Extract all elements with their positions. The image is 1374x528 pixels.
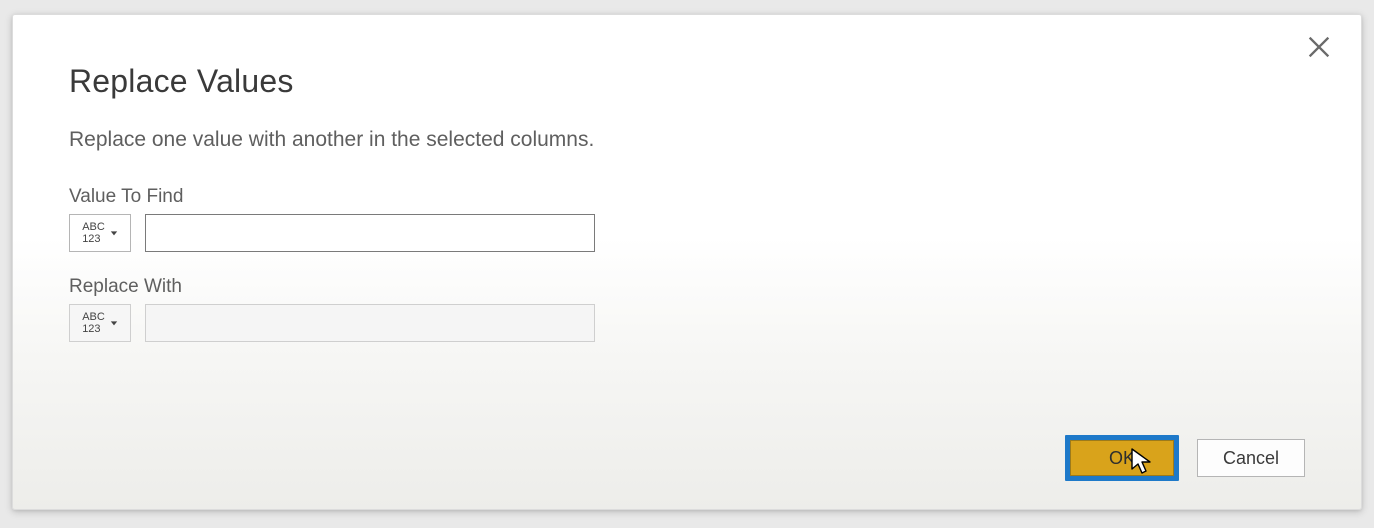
value-to-find-input[interactable] bbox=[145, 214, 595, 252]
replace-with-field: Replace With ABC 123 bbox=[69, 276, 1305, 342]
value-to-find-type-picker[interactable]: ABC 123 bbox=[69, 214, 131, 252]
ok-button-highlight: OK bbox=[1065, 435, 1179, 481]
dialog-title: Replace Values bbox=[69, 63, 1305, 100]
dialog-actions: OK Cancel bbox=[1065, 435, 1305, 481]
replace-with-input[interactable] bbox=[145, 304, 595, 342]
any-type-icon: ABC 123 bbox=[82, 311, 105, 335]
app-backdrop: Replace Values Replace one value with an… bbox=[0, 0, 1374, 528]
any-type-icon: ABC 123 bbox=[82, 221, 105, 245]
ok-button-label: OK bbox=[1109, 448, 1135, 469]
ok-button[interactable]: OK bbox=[1070, 440, 1174, 476]
chevron-down-icon bbox=[110, 229, 118, 237]
value-to-find-row: ABC 123 bbox=[69, 214, 595, 252]
chevron-down-icon bbox=[110, 319, 118, 327]
cancel-button[interactable]: Cancel bbox=[1197, 439, 1305, 477]
close-button[interactable] bbox=[1305, 33, 1333, 61]
value-to-find-field: Value To Find ABC 123 bbox=[69, 186, 1305, 252]
value-to-find-label: Value To Find bbox=[69, 186, 1305, 208]
replace-values-dialog: Replace Values Replace one value with an… bbox=[12, 14, 1362, 510]
cancel-button-label: Cancel bbox=[1223, 448, 1279, 469]
replace-with-label: Replace With bbox=[69, 276, 1305, 298]
dialog-subtitle: Replace one value with another in the se… bbox=[69, 128, 1305, 152]
close-icon bbox=[1305, 33, 1333, 61]
replace-with-type-picker[interactable]: ABC 123 bbox=[69, 304, 131, 342]
replace-with-row: ABC 123 bbox=[69, 304, 595, 342]
